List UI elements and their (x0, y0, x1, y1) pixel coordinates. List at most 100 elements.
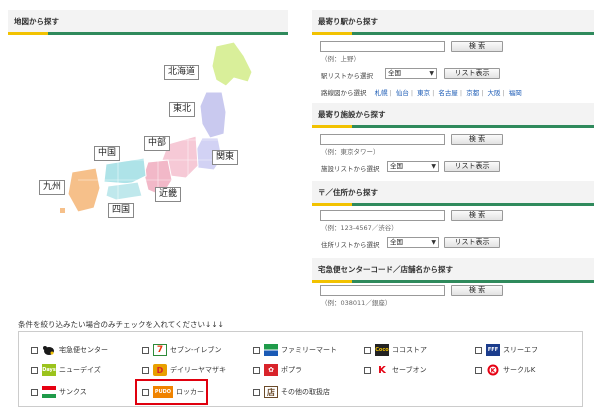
filter-label: セーブオン (392, 366, 427, 374)
checkbox[interactable] (364, 366, 371, 374)
yamato-cat-icon (42, 344, 56, 356)
filter-poplar[interactable]: ✿ ポプラ (253, 363, 302, 377)
address-region-select[interactable]: 全国 ▼ (387, 237, 439, 248)
daily-yamazaki-icon: D (153, 364, 167, 376)
chevron-down-icon: ▼ (431, 239, 436, 246)
region-label-kyushu[interactable]: 九州 (39, 180, 66, 195)
route-link-sapporo[interactable]: 札幌 (375, 89, 388, 97)
filter-label: サンクス (59, 388, 87, 396)
region-label-kinki[interactable]: 近畿 (155, 187, 182, 202)
code-search-input[interactable] (320, 285, 445, 296)
code-example: （例：038011／銀座） (321, 299, 392, 307)
newdays-icon: Days (42, 364, 56, 376)
region-label-hokkaido[interactable]: 北海道 (164, 65, 200, 80)
map-kyushu[interactable] (67, 167, 101, 213)
facility-search-input[interactable] (320, 134, 445, 145)
checkbox[interactable] (31, 346, 38, 354)
address-select-value: 全国 (390, 238, 403, 246)
station-list-button[interactable]: リスト表示 (444, 68, 500, 79)
facility-example: （例：東京タワー） (321, 148, 380, 156)
facility-list-button[interactable]: リスト表示 (444, 161, 500, 172)
facility-region-select[interactable]: 全国 ▼ (387, 161, 439, 172)
facility-search-button[interactable]: 検 索 (451, 134, 503, 145)
address-list-button[interactable]: リスト表示 (444, 237, 500, 248)
filter-three-f[interactable]: FFF スリーエフ (475, 343, 538, 357)
route-link-sendai[interactable]: 仙台 (396, 89, 409, 97)
checkbox[interactable] (253, 346, 260, 354)
poplar-icon: ✿ (264, 364, 278, 376)
station-section-title: 最寄り駅から探す (318, 17, 378, 26)
conditions-title: 条件を絞り込みたい場合のみチェックを入れてください↓↓↓ (18, 320, 224, 329)
checkbox[interactable] (31, 366, 38, 374)
checkbox[interactable] (253, 388, 260, 396)
address-section-title: 〒／住所から探す (318, 188, 378, 197)
store-icon: 店 (264, 386, 278, 398)
filter-seven-eleven[interactable]: 7 セブン-イレブン (142, 343, 222, 357)
region-label-kanto[interactable]: 関東 (212, 150, 239, 165)
familymart-icon (264, 344, 278, 356)
filter-label: その他の取扱店 (281, 388, 330, 396)
map-okinawa[interactable] (60, 208, 65, 213)
cocostore-icon: Coco (375, 344, 389, 356)
filter-newdays[interactable]: Days ニューデイズ (31, 363, 101, 377)
filter-label: デイリーヤマザキ (170, 366, 226, 374)
checkbox[interactable] (364, 346, 371, 354)
facility-section-header: 最寄り施設から探す (312, 103, 594, 128)
region-label-chubu[interactable]: 中部 (144, 136, 171, 151)
code-section-header: 宅急便センターコード／店舗名から探す (312, 258, 594, 283)
checkbox[interactable] (475, 346, 482, 354)
checkbox[interactable] (475, 366, 482, 374)
address-example: （例：123-4567／渋谷） (321, 224, 398, 232)
map-hokkaido[interactable] (211, 41, 253, 87)
region-label-tohoku[interactable]: 東北 (169, 102, 196, 117)
facility-list-label: 施設リストから選択 (321, 165, 380, 173)
circle-k-icon: K (486, 364, 500, 376)
route-link-osaka[interactable]: 大阪 (487, 89, 500, 97)
station-region-select[interactable]: 全国 ▼ (385, 68, 437, 79)
filter-circle-k[interactable]: K サークルK (475, 363, 535, 377)
code-search-button[interactable]: 検 索 (451, 285, 503, 296)
filter-label: 宅急便センター (59, 346, 108, 354)
route-link-fukuoka[interactable]: 福岡 (509, 89, 522, 97)
map-shikoku[interactable] (105, 181, 143, 201)
filter-sunkus[interactable]: サンクス (31, 385, 87, 399)
station-search-input[interactable] (320, 41, 445, 52)
filter-label: スリーエフ (503, 346, 538, 354)
checkbox[interactable] (253, 366, 260, 374)
station-section-header: 最寄り駅から探す (312, 10, 594, 35)
filter-label: ファミリーマート (281, 346, 337, 354)
svg-text:K: K (491, 368, 496, 375)
checkbox[interactable] (142, 346, 149, 354)
checkbox[interactable] (31, 388, 38, 396)
address-search-input[interactable] (320, 210, 445, 221)
chevron-down-icon: ▼ (429, 70, 434, 77)
filter-cocostore[interactable]: Coco ココストア (364, 343, 427, 357)
filter-takkyubin-center[interactable]: 宅急便センター (31, 343, 108, 357)
filter-daily-yamazaki[interactable]: D デイリーヤマザキ (142, 363, 226, 377)
sunkus-icon (42, 386, 56, 398)
station-example: （例：上野） (321, 55, 360, 63)
filter-other-stores[interactable]: 店 その他の取扱店 (253, 385, 330, 399)
seven-eleven-icon: 7 (153, 344, 167, 356)
filter-familymart[interactable]: ファミリーマート (253, 343, 337, 357)
route-link-kyoto[interactable]: 京都 (466, 89, 479, 97)
route-link-tokyo[interactable]: 東京 (417, 89, 430, 97)
three-f-icon: FFF (486, 344, 500, 356)
filter-label: ポプラ (281, 366, 302, 374)
locker-highlight-box (135, 379, 208, 405)
facility-section-title: 最寄り施設から探す (318, 110, 386, 119)
filter-saveon[interactable]: K セーブオン (364, 363, 427, 377)
route-link-nagoya[interactable]: 名古屋 (438, 89, 458, 97)
filter-label: セブン-イレブン (170, 346, 222, 354)
station-list-label: 駅リストから選択 (321, 72, 373, 80)
region-label-shikoku[interactable]: 四国 (108, 203, 135, 218)
region-label-chugoku[interactable]: 中国 (94, 146, 121, 161)
chevron-down-icon: ▼ (431, 163, 436, 170)
checkbox[interactable] (142, 366, 149, 374)
address-section-header: 〒／住所から探す (312, 181, 594, 206)
map-tohoku[interactable] (199, 91, 227, 139)
saveon-icon: K (375, 364, 389, 376)
station-select-value: 全国 (388, 69, 401, 77)
address-search-button[interactable]: 検 索 (451, 210, 503, 221)
station-search-button[interactable]: 検 索 (451, 41, 503, 52)
